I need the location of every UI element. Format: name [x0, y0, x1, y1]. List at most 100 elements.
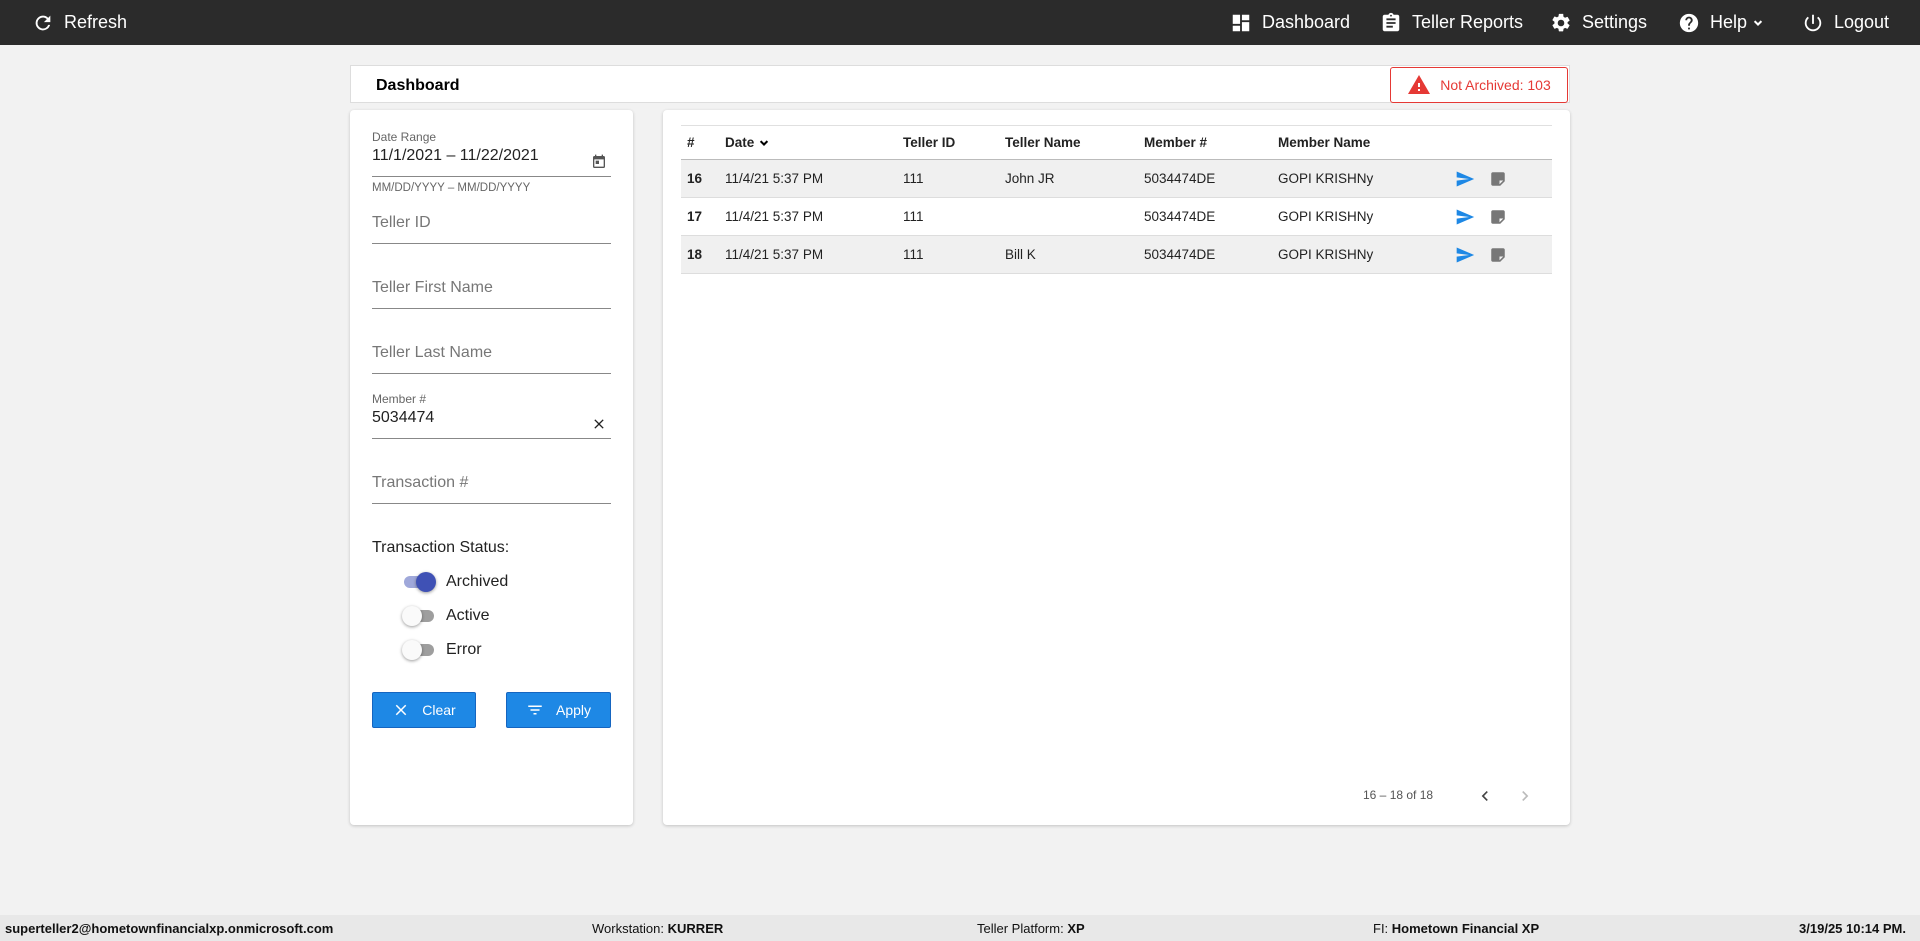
- column-header-member-number: Member #: [1144, 135, 1208, 150]
- not-archived-badge[interactable]: Not Archived: 103: [1390, 67, 1568, 103]
- row-member-number: 5034474DE: [1144, 171, 1216, 186]
- toggle-switch[interactable]: [402, 572, 436, 592]
- clear-label: Clear: [422, 702, 456, 718]
- row-actions: [1455, 198, 1507, 235]
- status-workstation-label: Workstation:: [592, 921, 665, 936]
- row-member-number: 5034474DE: [1144, 209, 1216, 224]
- status-fi-value: Hometown Financial XP: [1391, 921, 1540, 936]
- status-platform: Teller Platform: XP: [977, 921, 1085, 936]
- row-teller-name: John JR: [1005, 171, 1055, 186]
- teller-first-name-placeholder: Teller First Name: [372, 279, 493, 296]
- row-teller-id: 111: [903, 209, 924, 224]
- teller-last-name-input[interactable]: Teller Last Name: [372, 344, 611, 374]
- refresh-button[interactable]: Refresh: [32, 0, 127, 45]
- toggle-active[interactable]: Active: [402, 606, 490, 626]
- clear-button[interactable]: Clear: [372, 692, 476, 728]
- logout-button[interactable]: Logout: [1802, 0, 1889, 45]
- send-icon[interactable]: [1455, 169, 1475, 189]
- close-icon[interactable]: [591, 416, 607, 432]
- nav-teller-reports-label: Teller Reports: [1412, 12, 1524, 32]
- apply-button[interactable]: Apply: [506, 692, 611, 728]
- column-header-date[interactable]: Date: [725, 126, 771, 159]
- teller-last-name-placeholder: Teller Last Name: [372, 344, 493, 361]
- row-member-name: GOPI KRISHNy: [1278, 247, 1374, 262]
- dashboard-icon: [1232, 14, 1250, 31]
- status-bar: superteller2@hometownfinancialxp.onmicro…: [0, 915, 1920, 941]
- table-row[interactable]: 16 11/4/21 5:37 PM 111 John JR 5034474DE…: [681, 160, 1552, 198]
- row-member-number: 5034474DE: [1144, 247, 1216, 262]
- send-icon[interactable]: [1455, 207, 1475, 227]
- teller-id-placeholder: Teller ID: [372, 214, 431, 231]
- toggle-error-label: Error: [446, 641, 482, 658]
- row-number: 18: [687, 247, 703, 262]
- table-row[interactable]: 17 11/4/21 5:37 PM 111 5034474DE GOPI KR…: [681, 198, 1552, 236]
- nav-dashboard[interactable]: Dashboard: [1230, 0, 1350, 45]
- help-icon: [1679, 13, 1699, 32]
- row-teller-id: 111: [903, 171, 924, 186]
- nav-help-label: Help: [1710, 12, 1748, 32]
- nav-help-menu[interactable]: Help: [1678, 0, 1765, 45]
- toggle-archived-label: Archived: [446, 573, 509, 590]
- status-platform-label: Teller Platform:: [977, 921, 1064, 936]
- status-fi-label: FI:: [1373, 921, 1389, 936]
- filter-icon: [528, 705, 542, 715]
- sort-chevron-down-icon: [760, 139, 769, 146]
- date-range-value: 11/1/2021 – 11/22/2021: [372, 147, 539, 164]
- member-number-input[interactable]: Member # 5034474: [372, 392, 611, 439]
- send-icon[interactable]: [1455, 245, 1475, 265]
- logout-label: Logout: [1834, 12, 1890, 32]
- date-hint: MM/DD/YYYY – MM/DD/YYYY: [372, 182, 531, 194]
- toggle-switch[interactable]: [402, 640, 436, 660]
- status-workstation: Workstation: KURRER: [592, 921, 723, 936]
- toggle-active-label: Active: [446, 607, 490, 624]
- chevron-left-icon[interactable]: [1475, 786, 1495, 806]
- top-nav-bar: Refresh Dashboard Teller Reports Setting…: [0, 0, 1920, 45]
- results-panel: # Date Teller ID Teller Name Member # Me…: [663, 110, 1570, 825]
- note-icon[interactable]: [1489, 246, 1507, 264]
- teller-id-input[interactable]: Teller ID: [372, 214, 611, 244]
- member-number-label: Member #: [372, 392, 427, 406]
- status-datetime: 3/19/25 10:14 PM.: [1799, 921, 1906, 936]
- pagination-range: 16 – 18 of 18: [1363, 788, 1434, 802]
- note-icon[interactable]: [1489, 170, 1507, 188]
- calendar-icon[interactable]: [591, 154, 607, 170]
- status-workstation-value: KURRER: [667, 921, 724, 936]
- filter-panel: Date Range 11/1/2021 – 11/22/2021 MM/DD/…: [350, 110, 633, 825]
- row-number: 16: [687, 171, 703, 186]
- column-header-date-label: Date: [725, 135, 755, 150]
- row-date: 11/4/21 5:37 PM: [725, 247, 824, 262]
- transactions-table: # Date Teller ID Teller Name Member # Me…: [681, 125, 1552, 274]
- nav-teller-reports[interactable]: Teller Reports: [1380, 0, 1523, 45]
- column-header-number: #: [687, 135, 695, 150]
- table-row[interactable]: 18 11/4/21 5:37 PM 111 Bill K 5034474DE …: [681, 236, 1552, 274]
- member-number-value: 5034474: [372, 409, 435, 426]
- teller-first-name-input[interactable]: Teller First Name: [372, 279, 611, 309]
- row-member-name: GOPI KRISHNy: [1278, 209, 1374, 224]
- chevron-down-icon: [1753, 19, 1763, 26]
- close-icon: [396, 704, 407, 716]
- row-teller-id: 111: [903, 247, 924, 262]
- date-range-field[interactable]: Date Range 11/1/2021 – 11/22/2021: [372, 130, 611, 177]
- gear-icon: [1552, 13, 1570, 31]
- transaction-number-input[interactable]: Transaction #: [372, 474, 611, 504]
- column-header-member-name: Member Name: [1278, 135, 1371, 150]
- row-teller-name: Bill K: [1005, 247, 1036, 262]
- column-header-teller-name: Teller Name: [1005, 135, 1081, 150]
- toggle-archived[interactable]: Archived: [402, 572, 508, 592]
- not-archived-label: Not Archived: 103: [1440, 77, 1551, 93]
- toggle-error[interactable]: Error: [402, 640, 482, 660]
- nav-settings[interactable]: Settings: [1550, 0, 1647, 45]
- refresh-icon: [35, 15, 51, 30]
- row-date: 11/4/21 5:37 PM: [725, 209, 824, 224]
- row-actions: [1455, 160, 1507, 197]
- status-platform-value: XP: [1067, 921, 1085, 936]
- apply-label: Apply: [555, 702, 592, 718]
- transaction-number-placeholder: Transaction #: [372, 474, 469, 491]
- toggle-switch[interactable]: [402, 606, 436, 626]
- power-icon: [1804, 14, 1822, 31]
- status-fi: FI: Hometown Financial XP: [1373, 921, 1539, 936]
- chevron-right-icon[interactable]: [1515, 786, 1535, 806]
- row-number: 17: [687, 209, 703, 224]
- clipboard-icon: [1382, 12, 1400, 31]
- note-icon[interactable]: [1489, 208, 1507, 226]
